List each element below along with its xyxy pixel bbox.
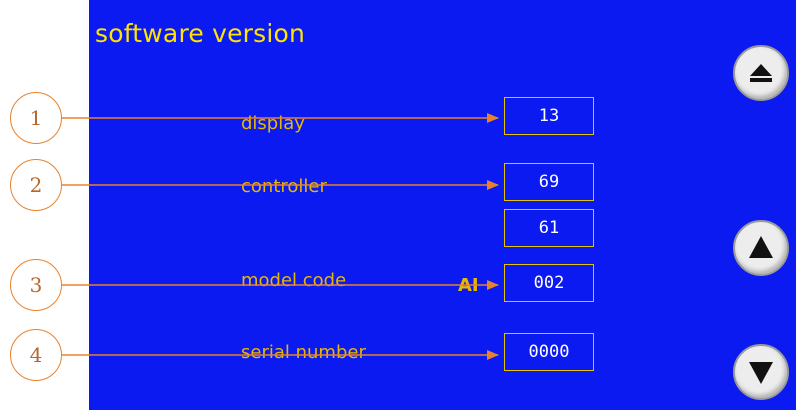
callout-4: 4 (10, 329, 62, 381)
annotation-arrows (60, 113, 499, 360)
callout-2: 2 (10, 159, 62, 211)
callout-1: 1 (10, 92, 62, 144)
callout-3: 3 (10, 259, 62, 311)
